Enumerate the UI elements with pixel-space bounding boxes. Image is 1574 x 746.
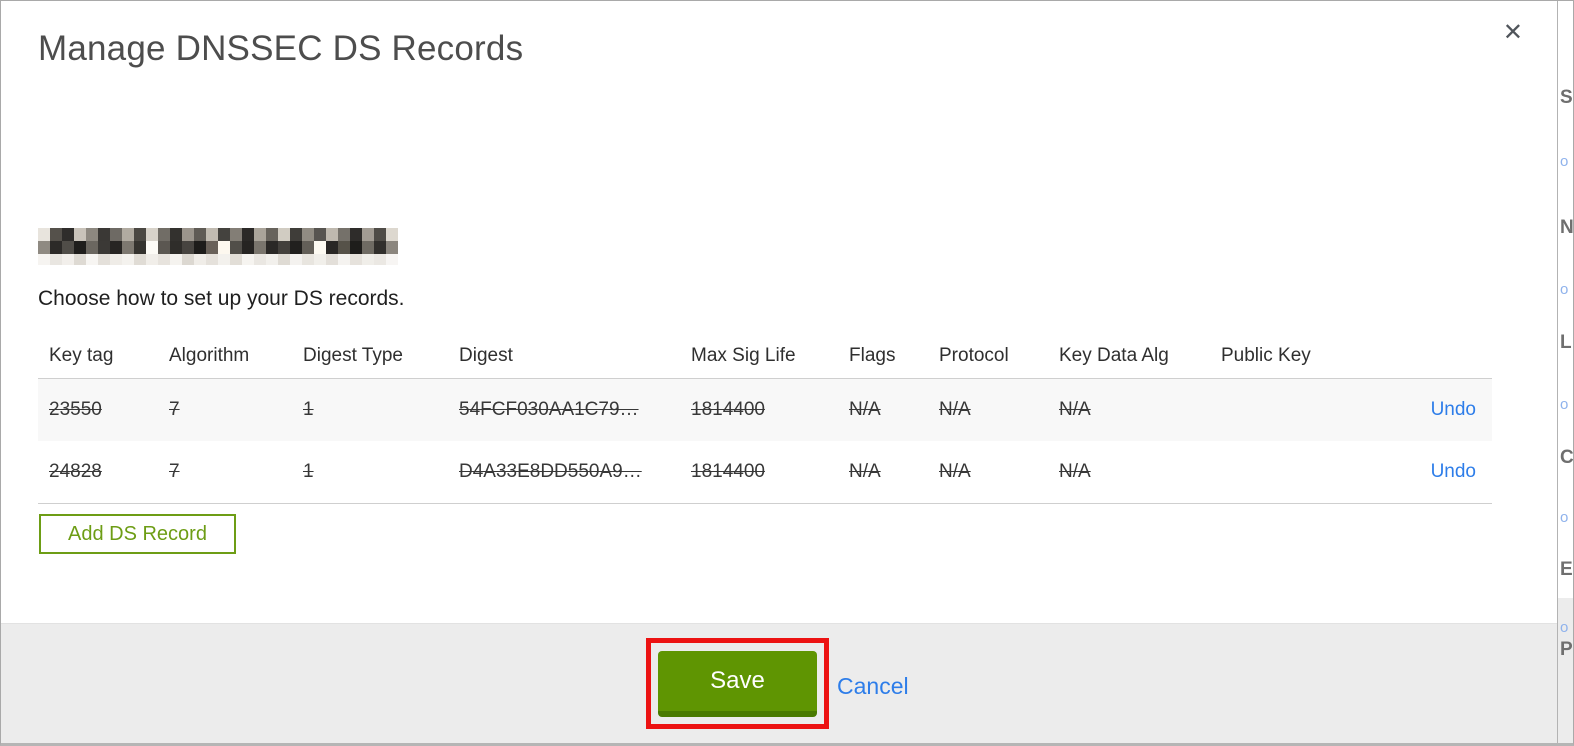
undo-link[interactable]: Undo bbox=[1431, 461, 1476, 482]
background-text-fragment: S bbox=[1560, 87, 1573, 108]
background-text-fragment: o bbox=[1560, 509, 1569, 526]
column-header-key-tag: Key tag bbox=[49, 345, 114, 366]
background-text-fragment: o bbox=[1560, 281, 1569, 298]
table-row: 23550 7 1 54FCF030AA1C79… 1814400 N/A N/A N/A Un… bbox=[38, 379, 1492, 441]
cell-protocol: N/A bbox=[939, 461, 971, 482]
column-header-protocol: Protocol bbox=[939, 345, 1009, 366]
cell-flags: N/A bbox=[849, 399, 881, 420]
cell-algorithm: 7 bbox=[169, 461, 180, 482]
instruction-text: Choose how to set up your DS records. bbox=[38, 287, 405, 310]
add-ds-record-button[interactable]: Add DS Record bbox=[39, 514, 236, 554]
background-text-fragment: N bbox=[1560, 217, 1573, 238]
cell-flags: N/A bbox=[849, 461, 881, 482]
background-text-fragment: o bbox=[1560, 619, 1569, 636]
column-header-flags: Flags bbox=[849, 345, 896, 366]
background-page-strip: SoNoLoCoEoP bbox=[1558, 1, 1573, 743]
background-text-fragment: o bbox=[1560, 396, 1569, 413]
column-header-digest-type: Digest Type bbox=[303, 345, 403, 366]
table-body: 23550 7 1 54FCF030AA1C79… 1814400 N/A N/A N/A Un… bbox=[38, 378, 1492, 504]
table-row: 24828 7 1 D4A33E8DD550A9… 1814400 N/A N/A N/A Un… bbox=[38, 441, 1492, 503]
redacted-pixel-row bbox=[38, 241, 398, 254]
column-header-algorithm: Algorithm bbox=[169, 345, 250, 366]
manage-dnssec-modal: Manage DNSSEC DS Records ✕ Choose how to… bbox=[1, 1, 1558, 743]
background-text-fragment: E bbox=[1560, 559, 1573, 580]
cell-max-sig-life: 1814400 bbox=[691, 461, 765, 482]
background-text-fragment: L bbox=[1560, 332, 1572, 353]
cell-algorithm: 7 bbox=[169, 399, 180, 420]
redacted-pixel-row bbox=[38, 228, 398, 241]
cell-digest: D4A33E8DD550A9… bbox=[459, 461, 642, 482]
column-header-key-data-alg: Key Data Alg bbox=[1059, 345, 1169, 366]
cell-digest: 54FCF030AA1C79… bbox=[459, 399, 639, 420]
table-header-row: Key tag Algorithm Digest Type Digest Max Sig… bbox=[38, 334, 1492, 378]
background-text-fragment: o bbox=[1560, 153, 1569, 170]
background-text-fragment: C bbox=[1560, 447, 1573, 468]
close-icon[interactable]: ✕ bbox=[1503, 21, 1523, 45]
cell-digest-type: 1 bbox=[303, 461, 314, 482]
modal-title: Manage DNSSEC DS Records bbox=[38, 29, 524, 68]
column-header-public-key: Public Key bbox=[1221, 345, 1311, 366]
redacted-pixel-row bbox=[38, 254, 398, 265]
save-button[interactable]: Save bbox=[658, 650, 817, 717]
column-header-digest: Digest bbox=[459, 345, 513, 366]
cell-key-data-alg: N/A bbox=[1059, 461, 1091, 482]
cell-protocol: N/A bbox=[939, 399, 971, 420]
cancel-link[interactable]: Cancel bbox=[837, 673, 909, 700]
cell-key-tag: 24828 bbox=[49, 461, 102, 482]
cell-key-tag: 23550 bbox=[49, 399, 102, 420]
cell-max-sig-life: 1814400 bbox=[691, 399, 765, 420]
background-text-fragment: P bbox=[1560, 639, 1573, 660]
redacted-domain-name bbox=[38, 228, 398, 265]
ds-records-table: Key tag Algorithm Digest Type Digest Max Sig… bbox=[38, 334, 1492, 504]
screenshot-page: Manage DNSSEC DS Records ✕ Choose how to… bbox=[0, 0, 1574, 746]
save-button-highlight-annotation: Save bbox=[646, 638, 829, 729]
modal-footer: Save Cancel bbox=[1, 623, 1557, 743]
cell-key-data-alg: N/A bbox=[1059, 399, 1091, 420]
column-header-max-sig-life: Max Sig Life bbox=[691, 345, 796, 366]
undo-link[interactable]: Undo bbox=[1431, 399, 1476, 420]
cell-digest-type: 1 bbox=[303, 399, 314, 420]
